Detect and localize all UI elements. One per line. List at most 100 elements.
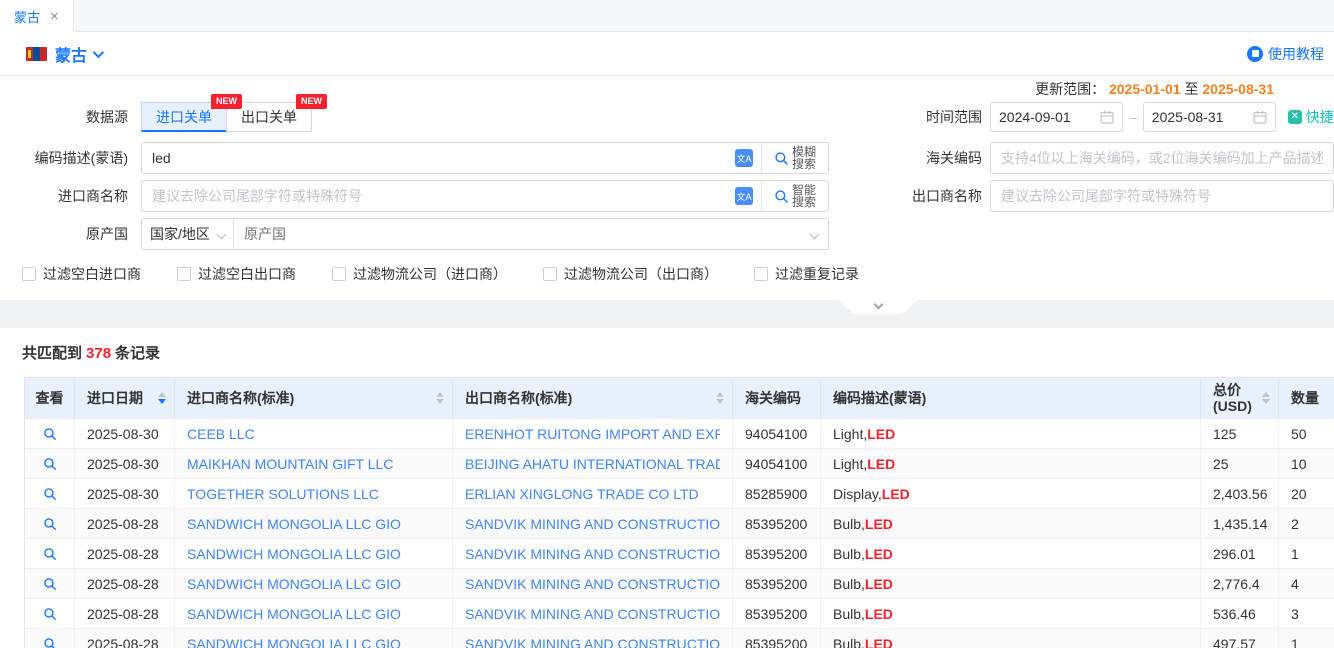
exporter-cell: SANDVIK MINING AND CONSTRUCTION L... xyxy=(453,599,733,628)
origin-type-select[interactable]: 国家/地区 xyxy=(142,219,234,249)
desc-text: Bulb, xyxy=(833,546,865,562)
exporter-link[interactable]: SANDVIK MINING AND CONSTRUCTION L... xyxy=(465,516,720,532)
quick-select-button[interactable]: ✕ 快捷 xyxy=(1288,107,1334,127)
exporter-link[interactable]: SANDVIK MINING AND CONSTRUCTION L... xyxy=(465,576,720,592)
table-row: 2025-08-28SANDWICH MONGOLIA LLC GIOSANDV… xyxy=(25,538,1334,568)
col-import-date[interactable]: 进口日期 xyxy=(75,378,175,418)
desc-text: Bulb, xyxy=(833,516,865,532)
total-usd-cell: 497.57 xyxy=(1201,629,1279,648)
chevron-down-icon[interactable] xyxy=(810,229,820,239)
chevron-down-icon xyxy=(873,300,883,310)
sort-icon[interactable] xyxy=(152,392,166,404)
total-usd-cell: 536.46 xyxy=(1201,599,1279,628)
checkbox-icon xyxy=(177,267,191,281)
match-count: 378 xyxy=(86,345,111,362)
exporter-input[interactable] xyxy=(991,188,1333,204)
sort-icon[interactable] xyxy=(1256,392,1270,404)
code-desc-input[interactable] xyxy=(142,143,735,173)
start-date-field[interactable] xyxy=(990,102,1123,132)
importer-link[interactable]: SANDWICH MONGOLIA LLC GIO xyxy=(187,576,401,592)
importer-input[interactable] xyxy=(142,181,735,211)
search-icon xyxy=(774,151,789,166)
importer-link[interactable]: SANDWICH MONGOLIA LLC GIO xyxy=(187,636,401,648)
table-header: 查看 进口日期 进口商名称(标准) 出口商名称(标准) 海关编码 xyxy=(25,378,1334,418)
exporter-cell: SANDVIK MINING AND CONSTRUCTION L... xyxy=(453,629,733,648)
desc-highlight: LED xyxy=(865,606,893,622)
tab-import-declarations[interactable]: 进口关单 NEW xyxy=(141,102,227,132)
fuzzy-search-button[interactable]: 模糊 搜索 xyxy=(762,143,828,173)
view-icon xyxy=(43,637,57,648)
desc-text: Bulb, xyxy=(833,606,865,622)
sort-icon[interactable] xyxy=(710,392,724,404)
checkbox-filter-logistics-importer[interactable]: 过滤物流公司（进口商） xyxy=(332,264,507,284)
hs-code-cell: 85395200 xyxy=(733,569,821,598)
desc-highlight: LED xyxy=(867,426,895,442)
col-view: 查看 xyxy=(25,378,75,418)
exporter-link[interactable]: ERLIAN XINGLONG TRADE CO LTD xyxy=(465,486,699,502)
hs-code-input[interactable] xyxy=(991,150,1333,166)
importer-link[interactable]: SANDWICH MONGOLIA LLC GIO xyxy=(187,516,401,532)
view-button[interactable] xyxy=(25,599,75,628)
collapse-button[interactable] xyxy=(838,300,918,314)
exporter-link[interactable]: SANDVIK MINING AND CONSTRUCTION L... xyxy=(465,546,720,562)
code-desc-cell: Bulb, LED xyxy=(821,599,1201,628)
exporter-cell: SANDVIK MINING AND CONSTRUCTION L... xyxy=(453,509,733,538)
importer-link[interactable]: CEEB LLC xyxy=(187,426,255,442)
importer-link[interactable]: TOGETHER SOLUTIONS LLC xyxy=(187,486,379,502)
view-button[interactable] xyxy=(25,419,75,448)
exporter-link[interactable]: SANDVIK MINING AND CONSTRUCTION L... xyxy=(465,636,720,648)
qty-cell: 50 xyxy=(1279,419,1334,448)
sort-icon[interactable] xyxy=(430,392,444,404)
col-importer[interactable]: 进口商名称(标准) xyxy=(175,378,453,418)
importer-link[interactable]: SANDWICH MONGOLIA LLC GIO xyxy=(187,606,401,622)
view-button[interactable] xyxy=(25,629,75,648)
translate-icon[interactable]: 文A xyxy=(735,187,753,205)
importer-link[interactable]: MAIKHAN MOUNTAIN GIFT LLC xyxy=(187,456,393,472)
tab-export-label: 出口关单 xyxy=(241,107,297,127)
view-button[interactable] xyxy=(25,509,75,538)
start-date-input[interactable] xyxy=(999,109,1096,125)
view-icon xyxy=(43,487,57,501)
total-usd-cell: 25 xyxy=(1201,449,1279,478)
qty-cell: 4 xyxy=(1279,569,1334,598)
exporter-link[interactable]: SANDVIK MINING AND CONSTRUCTION L... xyxy=(465,606,720,622)
view-button[interactable] xyxy=(25,569,75,598)
checkbox-filter-duplicates[interactable]: 过滤重复记录 xyxy=(754,264,859,284)
translate-icon[interactable]: 文A xyxy=(735,149,753,167)
origin-input[interactable] xyxy=(234,226,811,242)
col-hs-code: 海关编码 xyxy=(733,378,821,418)
exporter-link[interactable]: BEIJING AHATU INTERNATIONAL TRADE C... xyxy=(465,456,720,472)
col-exporter[interactable]: 出口商名称(标准) xyxy=(453,378,733,418)
end-date-input[interactable] xyxy=(1152,109,1249,125)
importer-link[interactable]: SANDWICH MONGOLIA LLC GIO xyxy=(187,546,401,562)
total-usd-cell: 296.01 xyxy=(1201,539,1279,568)
tab-mongolia[interactable]: 蒙古 × xyxy=(0,0,74,32)
close-icon[interactable]: × xyxy=(50,9,59,24)
exporter-field xyxy=(990,180,1334,212)
desc-highlight: LED xyxy=(865,576,893,592)
importer-cell: SANDWICH MONGOLIA LLC GIO xyxy=(175,599,453,628)
update-range-to: 2025-08-31 xyxy=(1202,81,1274,97)
importer-cell: SANDWICH MONGOLIA LLC GIO xyxy=(175,509,453,538)
col-total-usd[interactable]: 总价 (USD) xyxy=(1201,378,1279,418)
desc-highlight: LED xyxy=(882,486,910,502)
view-button[interactable] xyxy=(25,539,75,568)
view-button[interactable] xyxy=(25,479,75,508)
desc-text: Bulb, xyxy=(833,576,865,592)
desc-highlight: LED xyxy=(867,456,895,472)
origin-group: 国家/地区 xyxy=(141,218,829,250)
smart-search-button[interactable]: 智能 搜索 xyxy=(762,181,828,211)
tutorial-label: 使用教程 xyxy=(1268,44,1324,64)
checkbox-filter-logistics-exporter[interactable]: 过滤物流公司（出口商） xyxy=(543,264,718,284)
checkbox-filter-blank-exporter[interactable]: 过滤空白出口商 xyxy=(177,264,296,284)
tutorial-icon xyxy=(1247,46,1263,62)
view-button[interactable] xyxy=(25,449,75,478)
checkbox-filter-blank-importer[interactable]: 过滤空白进口商 xyxy=(22,264,141,284)
tutorial-link[interactable]: 使用教程 xyxy=(1247,44,1326,64)
exporter-link[interactable]: ERENHOT RUITONG IMPORT AND EXPORT ... xyxy=(465,426,720,442)
chevron-down-icon[interactable] xyxy=(93,46,104,57)
table-row: 2025-08-30CEEB LLCERENHOT RUITONG IMPORT… xyxy=(25,418,1334,448)
end-date-field[interactable] xyxy=(1143,102,1276,132)
update-range-to-word: 至 xyxy=(1184,81,1198,97)
checkbox-label: 过滤重复记录 xyxy=(775,264,859,284)
